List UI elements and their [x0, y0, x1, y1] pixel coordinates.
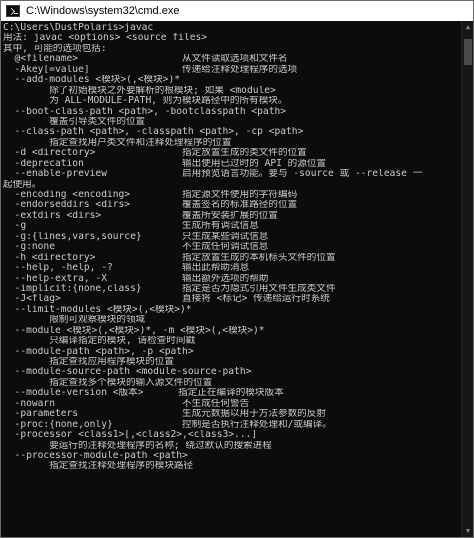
console-line: -processor <class1>[,<class2>,<class3>..… [3, 430, 258, 441]
console-line: 覆盖引导类文件的位置 [3, 116, 146, 127]
console-line: 其中, 可能的选项包括: [3, 43, 107, 54]
console-line: -J<flag> 直接将 <标记> 传递给运行时系统 [3, 294, 330, 305]
window-title: C:\Windows\system32\cmd.exe [26, 5, 180, 17]
vertical-scrollbar[interactable]: ▲ ▼ [461, 21, 473, 537]
console-line: -deprecation 输出使用已过时的 API 的源位置 [3, 158, 327, 169]
console-line: --help, -help, -? 输出此帮助消息 [3, 263, 250, 274]
console-line: 指定查找用户类文件和注释处理程序的位置 [3, 137, 232, 148]
console-line: C:\Users\DustPolaris>javac [3, 23, 154, 33]
terminal-icon [6, 5, 20, 17]
console-line: 只编译指定的模块, 请检查时间戳 [3, 336, 196, 347]
console-line: -extdirs <dirs> 覆盖所安装扩展的位置 [3, 210, 278, 221]
console-line: --help-extra, -X 输出额外选项的帮助 [3, 273, 269, 284]
console-line: --module <模块>(,<模块>)*, -m <模块>(,<模块>)* [3, 325, 265, 336]
console-line: 起使用。 [3, 179, 42, 190]
console-line: -parameters 生成元数据以用于方法参数的反射 [3, 409, 326, 420]
console-line: -Akey[=value] 传递给注释处理程序的选项 [3, 64, 298, 75]
console-line: -endorseddirs <dirs> 覆盖签名的标准路径的位置 [3, 200, 298, 211]
console-line: @<filename> 从文件读取选项和文件名 [3, 54, 288, 65]
console-line: --enable-preview 启用预览语言功能。要与 -source 或 -… [3, 169, 423, 180]
console-line: --boot-class-path <path>, -bootclasspath… [3, 106, 287, 117]
console-line: 指定查找应用程序模块的位置 [3, 357, 174, 367]
console-line: -d <directory> 指定放置生成的类文件的位置 [3, 148, 307, 159]
console-line: --limit-modules <模块>(,<模块>)* [3, 304, 192, 315]
console-line: 要运行的注释处理程序的名称; 绕过默认的搜索进程 [3, 440, 272, 451]
console-line: -nowarn 不生成任何警告 [3, 398, 250, 409]
console-line: -g:{lines,vars,source} 只生成某些调试信息 [3, 231, 269, 242]
console-line: --module-version <版本> 指定正在编译的模块版本 [3, 388, 284, 399]
console-line: --module-source-path <module-source-path… [3, 367, 252, 378]
console-line: --add-modules <模块>(,<模块>)* [3, 75, 180, 86]
console-line: -h <directory> 指定放置生成的本机标头文件的位置 [3, 252, 336, 263]
console-line: -encoding <encoding> 指定源文件使用的字符编码 [3, 190, 298, 200]
console-line: --class-path <path>, -classpath <path>, … [3, 127, 304, 138]
console-line: -g:none 不生成任何调试信息 [3, 242, 269, 253]
console-line: 指定查找多个模块的输入源文件的位置 [3, 377, 213, 388]
title-bar[interactable]: C:\Windows\system32\cmd.exe [1, 1, 473, 21]
cmd-window: C:\Windows\system32\cmd.exe C:\Users\Dus… [0, 0, 474, 538]
console-line: --processor-module-path <path> [3, 450, 188, 461]
console-line: 为 ALL-MODULE-PATH, 则为模块路径中的所有模块。 [3, 96, 288, 107]
console-line: 指定查找注释处理程序的模块路径 [3, 461, 194, 472]
console-output[interactable]: C:\Users\DustPolaris>javac 用法: javac <opt… [1, 21, 461, 537]
console-line: -implicit:{none,class} 指定是否为隐式引用文件生成类文件 [3, 283, 336, 294]
console-line: 除了初始模块之外要解析的根模块; 如果 <module> [3, 85, 276, 96]
scrollbar-thumb[interactable] [464, 39, 472, 65]
console-line: --module-path <path>, -p <path> [3, 346, 194, 357]
scroll-down-arrow-icon[interactable]: ▼ [463, 525, 473, 537]
console-line: 限制可观察模块的领域 [3, 315, 146, 326]
scroll-up-arrow-icon[interactable]: ▲ [463, 21, 473, 33]
console-line: -g 生成所有调试信息 [3, 221, 259, 232]
console-line: 用法: javac <options> <source files> [3, 33, 208, 44]
console-line: -proc:{none,only} 控制是否执行注释处理和/或编译。 [3, 419, 332, 430]
